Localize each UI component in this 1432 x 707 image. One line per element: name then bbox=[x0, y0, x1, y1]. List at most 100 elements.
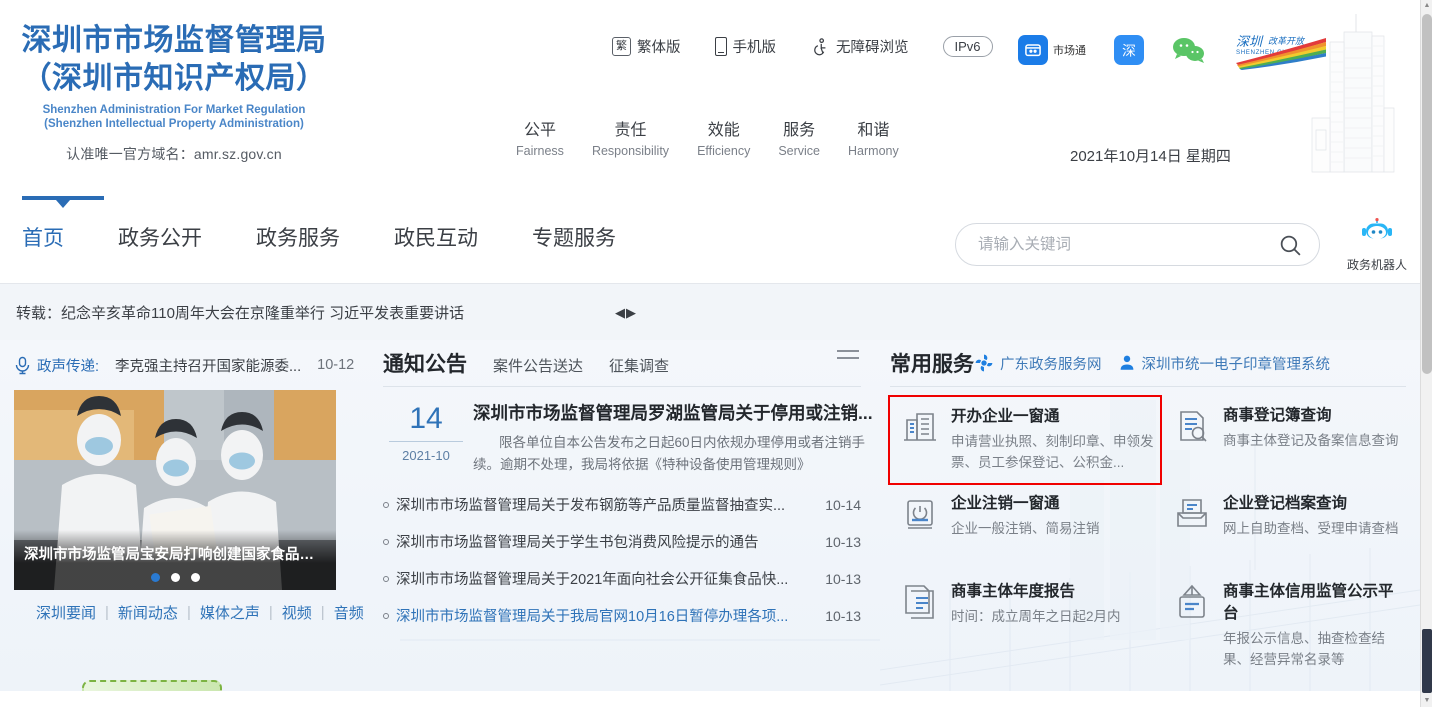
subnav-item-video[interactable]: 视频 bbox=[282, 602, 312, 623]
services-title: 常用服务 bbox=[890, 348, 974, 378]
nav-item-home[interactable]: 首页 bbox=[22, 224, 64, 254]
subnav-item-shenzhen-news[interactable]: 深圳要闻 bbox=[36, 602, 96, 623]
feature-title[interactable]: 深圳市市场监督管理局罗湖监管局关于停用或注销... bbox=[473, 401, 873, 425]
active-tab-indicator bbox=[22, 196, 104, 200]
traditional-chinese-toggle[interactable]: 繁 繁体版 bbox=[612, 36, 681, 57]
i-shenzhen-link[interactable]: 深 bbox=[1114, 35, 1144, 65]
feature-month: 2021-10 bbox=[383, 448, 469, 463]
shenzhen-china-link[interactable]: 深圳 改革开放 SHENZHEN CHINA bbox=[1234, 30, 1329, 70]
guangdong-gov-label: 广东政务服务网 bbox=[1000, 353, 1102, 374]
subnav-item-audio[interactable]: 音频 bbox=[334, 602, 364, 623]
ipv6-badge[interactable]: IPv6 bbox=[943, 36, 993, 57]
mobile-version-link[interactable]: 手机版 bbox=[715, 36, 777, 57]
notice-tab-case-delivery[interactable]: 案件公告送达 bbox=[493, 355, 583, 376]
search-box[interactable] bbox=[955, 223, 1320, 266]
nav-item-special-services[interactable]: 专题服务 bbox=[532, 224, 616, 254]
value-cn: 服务 bbox=[778, 120, 820, 142]
scrollbar-secondary-thumb[interactable] bbox=[1422, 629, 1432, 693]
ticker-content[interactable]: 转载：纪念辛亥革命110周年大会在京隆重举行 习近平发表重要讲话 bbox=[16, 302, 464, 323]
value-item-fairness: 公平 Fairness bbox=[516, 120, 564, 160]
service-desc: 网上自助查档、受理申请查档 bbox=[1223, 518, 1399, 539]
scrollbar-thumb[interactable] bbox=[1422, 14, 1432, 374]
service-desc: 申请营业执照、刻制印章、申领发票、员工参保登记、公积金... bbox=[951, 431, 1154, 473]
notice-feature-item[interactable]: 14 2021-10 深圳市市场监督管理局罗湖监管局关于停用或注销... 限各单… bbox=[383, 401, 861, 476]
main-content: 政声传递: 李克强主持召开国家能源委... 10-12 bbox=[0, 340, 1420, 691]
ticker-controls[interactable]: ◀▶ bbox=[615, 305, 637, 321]
notice-item-title[interactable]: 深圳市市场监督管理局关于学生书包消费风险提示的通告 bbox=[396, 531, 811, 552]
logo-english-line2: (Shenzhen Intellectual Property Administ… bbox=[14, 117, 334, 131]
notice-list-item[interactable]: 深圳市市场监督管理局关于学生书包消费风险提示的通告 10-13 bbox=[383, 523, 861, 560]
current-date: 2021年10月14日 星期四 bbox=[1070, 145, 1231, 166]
shenzhen-china-logo: 深圳 改革开放 SHENZHEN CHINA bbox=[1234, 30, 1329, 70]
notice-item-date: 10-13 bbox=[825, 608, 861, 624]
common-services-panel: 常用服务 广东政务服务网 bbox=[890, 348, 1406, 661]
site-logo[interactable]: 深圳市市场监督管理局 （深圳市知识产权局） Shenzhen Administr… bbox=[14, 22, 334, 164]
carousel-dot-1[interactable] bbox=[151, 573, 160, 582]
skyline-illustration bbox=[1300, 0, 1410, 190]
accessibility-link[interactable]: 无障碍浏览 bbox=[810, 36, 909, 57]
electronic-seal-system-link[interactable]: 深圳市统一电子印章管理系统 bbox=[1118, 353, 1331, 374]
value-en: Service bbox=[778, 142, 820, 160]
service-card-text: 企业注销一窗通 企业一般注销、简易注销 bbox=[951, 493, 1100, 573]
electronic-seal-label: 深圳市统一电子印章管理系统 bbox=[1142, 353, 1331, 374]
logo-title-line1: 深圳市市场监督管理局 bbox=[14, 22, 334, 60]
notice-tab-survey[interactable]: 征集调查 bbox=[609, 355, 669, 376]
notice-item-date: 10-13 bbox=[825, 571, 861, 587]
nav-item-public-interaction[interactable]: 政民互动 bbox=[394, 224, 478, 254]
notice-list-item[interactable]: 深圳市市场监督管理局关于2021年面向社会公开征集食品快... 10-13 bbox=[383, 560, 861, 597]
more-menu-icon[interactable] bbox=[837, 350, 859, 364]
carousel-dot-2[interactable] bbox=[171, 573, 180, 582]
report-document-icon bbox=[902, 584, 938, 620]
notice-item-title[interactable]: 深圳市市场监督管理局关于我局官网10月16日暂停办理各项... bbox=[396, 605, 811, 626]
service-card-archive-query[interactable]: 企业登记档案查询 网上自助查档、受理申请查档 bbox=[1162, 485, 1406, 573]
service-card-text: 商事登记簿查询 商事主体登记及备案信息查询 bbox=[1223, 405, 1399, 485]
search-icon[interactable] bbox=[1278, 233, 1303, 258]
subnav-separator: | bbox=[269, 604, 273, 621]
wechat-link[interactable] bbox=[1172, 36, 1206, 64]
search-document-icon bbox=[1174, 408, 1210, 444]
service-card-credit-platform[interactable]: 商事主体信用监管公示平台 年报公示信息、抽查检查结果、经营异常名录等 bbox=[1162, 573, 1406, 661]
news-carousel[interactable]: 深圳市市场监管局宝安局打响创建国家食品安全示范... bbox=[14, 390, 336, 590]
page-scrollbar[interactable]: ▲ ▼ bbox=[1420, 0, 1432, 707]
bullet-icon bbox=[383, 502, 389, 508]
notice-list-item[interactable]: 深圳市市场监督管理局关于发布钢筋等产品质量监督抽查实... 10-14 bbox=[383, 486, 861, 523]
leaf-banner-partial[interactable] bbox=[82, 680, 222, 691]
subnav-item-media-voice[interactable]: 媒体之声 bbox=[200, 602, 260, 623]
gov-robot-assistant[interactable]: 政务机器人 bbox=[1340, 218, 1414, 273]
voice-headline[interactable]: 李克强主持召开国家能源委... bbox=[115, 355, 301, 376]
notice-item-title[interactable]: 深圳市市场监督管理局关于发布钢筋等产品质量监督抽查实... bbox=[396, 494, 811, 515]
guangdong-gov-service-link[interactable]: 广东政务服务网 bbox=[974, 353, 1102, 374]
notice-item-title[interactable]: 深圳市市场监督管理局关于2021年面向社会公开征集食品快... bbox=[396, 568, 811, 589]
carousel-dot-3[interactable] bbox=[191, 573, 200, 582]
ticker-headline[interactable]: 纪念辛亥革命110周年大会在京隆重举行 习近平发表重要讲话 bbox=[61, 305, 464, 322]
svg-text:改革开放: 改革开放 bbox=[1268, 36, 1306, 47]
service-desc: 商事主体登记及备案信息查询 bbox=[1223, 430, 1399, 451]
service-card-open-business[interactable]: 开办企业一窗通 申请营业执照、刻制印章、申领发票、员工参保登记、公积金... bbox=[888, 395, 1162, 485]
services-header: 常用服务 广东政务服务网 bbox=[890, 348, 1406, 387]
arrow-left-icon[interactable]: ◀ bbox=[615, 305, 626, 320]
subnav-separator: | bbox=[187, 604, 191, 621]
nav-item-government-disclosure[interactable]: 政务公开 bbox=[118, 224, 202, 254]
subnav-item-news-updates[interactable]: 新闻动态 bbox=[118, 602, 178, 623]
svg-text:深圳: 深圳 bbox=[1236, 35, 1264, 50]
services-grid: 开办企业一窗通 申请营业执照、刻制印章、申领发票、员工参保登记、公积金... 商… bbox=[890, 397, 1406, 661]
bullet-icon bbox=[383, 539, 389, 545]
carousel-caption[interactable]: 深圳市市场监管局宝安局打响创建国家食品安全示范... bbox=[24, 543, 326, 564]
service-card-annual-report[interactable]: 商事主体年度报告 时间：成立周年之日起2月内 bbox=[890, 573, 1162, 661]
service-card-cancel-business[interactable]: 企业注销一窗通 企业一般注销、简易注销 bbox=[890, 485, 1162, 573]
shichangtong-link[interactable]: 市场通 bbox=[1018, 35, 1086, 65]
mobile-phone-icon bbox=[715, 37, 727, 56]
service-card-text: 企业登记档案查询 网上自助查档、受理申请查档 bbox=[1223, 493, 1399, 573]
arrow-right-icon[interactable]: ▶ bbox=[626, 305, 637, 320]
shichangtong-label: 市场通 bbox=[1053, 42, 1086, 58]
nav-item-government-services[interactable]: 政务服务 bbox=[256, 224, 340, 254]
search-input[interactable] bbox=[978, 236, 1248, 254]
subnav-separator: | bbox=[321, 604, 325, 621]
service-name: 商事主体年度报告 bbox=[951, 581, 1121, 603]
scroll-up-icon[interactable]: ▲ bbox=[1421, 0, 1432, 12]
service-card-registry-query[interactable]: 商事登记簿查询 商事主体登记及备案信息查询 bbox=[1162, 397, 1406, 485]
scroll-down-icon[interactable]: ▼ bbox=[1421, 695, 1432, 707]
notice-list-item[interactable]: 深圳市市场监督管理局关于我局官网10月16日暂停办理各项... 10-13 bbox=[383, 597, 861, 634]
value-cn: 和谐 bbox=[848, 120, 899, 142]
svg-text:深: 深 bbox=[1122, 44, 1136, 60]
